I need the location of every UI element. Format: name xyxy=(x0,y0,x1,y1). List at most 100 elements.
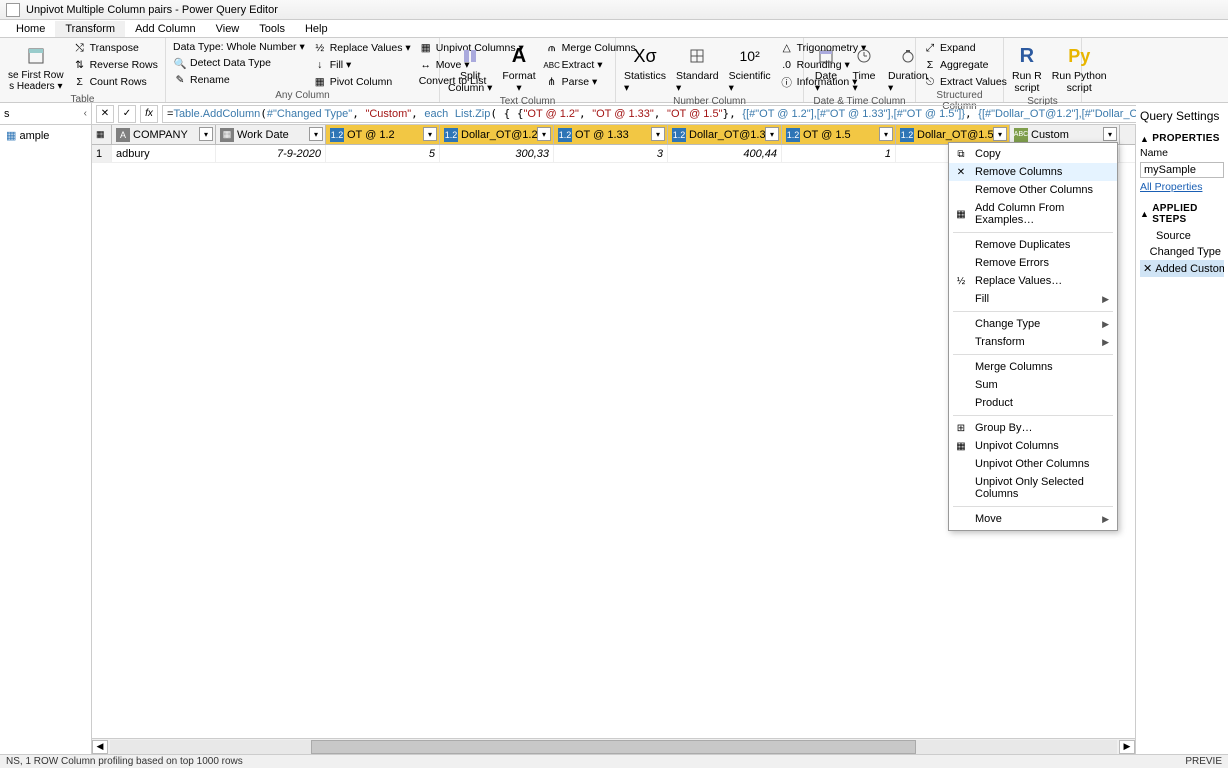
ctx-change-type[interactable]: Change Type▶ xyxy=(949,315,1117,333)
run-python-button[interactable]: PyRun Python script xyxy=(1048,40,1111,96)
menu-tools[interactable]: Tools xyxy=(249,21,295,37)
ctx-remove-errors[interactable]: Remove Errors xyxy=(949,254,1117,272)
ctx-add-column-from-examples[interactable]: ▦Add Column From Examples… xyxy=(949,199,1117,229)
number-type-icon: 1.2 xyxy=(900,128,914,142)
date-button[interactable]: Date ▾ xyxy=(808,40,844,96)
count-rows-button[interactable]: ΣCount Rows xyxy=(70,74,161,90)
transpose-button[interactable]: ⤭Transpose xyxy=(70,40,161,56)
split-column-button[interactable]: Split Column ▾ xyxy=(444,40,496,96)
menu-separator xyxy=(953,415,1113,416)
menu-view[interactable]: View xyxy=(206,21,250,37)
filter-dropdown-icon[interactable]: ▾ xyxy=(1103,127,1117,141)
first-row-headers-button[interactable]: se First Row s Headers ▾ xyxy=(4,40,68,94)
number-type-icon: 1.2 xyxy=(786,128,800,142)
ctx-fill[interactable]: Fill▶ xyxy=(949,290,1117,308)
ctx-product[interactable]: Product xyxy=(949,394,1117,412)
collapse-icon[interactable]: ▲ xyxy=(1140,134,1149,144)
menu-item-label: Move xyxy=(975,513,1002,525)
ctx-remove-other-columns[interactable]: Remove Other Columns xyxy=(949,181,1117,199)
replace-values-button[interactable]: ½Replace Values ▾ xyxy=(310,40,414,56)
detect-type-button[interactable]: 🔍Detect Data Type xyxy=(170,55,308,71)
step-added-custom[interactable]: ✕Added Custom xyxy=(1140,260,1224,277)
query-item[interactable]: ▦ ample xyxy=(0,125,91,146)
cell[interactable]: 1 xyxy=(782,145,896,162)
filter-dropdown-icon[interactable]: ▾ xyxy=(309,127,323,141)
scroll-right-button[interactable]: ▶ xyxy=(1119,740,1135,754)
menu-help[interactable]: Help xyxy=(295,21,338,37)
extract-values-button[interactable]: ⎋Extract Values xyxy=(920,74,1010,90)
ctx-remove-columns[interactable]: ✕Remove Columns xyxy=(949,163,1117,181)
ctx-move[interactable]: Move ▶ xyxy=(949,510,1117,528)
cell[interactable]: 3 xyxy=(554,145,668,162)
all-properties-link[interactable]: All Properties xyxy=(1140,181,1224,193)
ribbon-group-anycol: Any Column xyxy=(170,90,435,101)
menu-add-column[interactable]: Add Column xyxy=(125,21,206,37)
run-r-button[interactable]: RRun R script xyxy=(1008,40,1046,96)
filter-dropdown-icon[interactable]: ▾ xyxy=(879,127,893,141)
collapse-queries-button[interactable]: ‹ xyxy=(84,108,87,119)
statistics-button[interactable]: XσStatistics ▾ xyxy=(620,40,670,96)
step-changed-type[interactable]: Changed Type xyxy=(1140,244,1224,260)
ctx-unpivot-only-selected-columns[interactable]: Unpivot Only Selected Columns xyxy=(949,473,1117,503)
ctx-copy[interactable]: ⧉Copy xyxy=(949,145,1117,163)
scroll-track[interactable] xyxy=(110,740,1117,754)
reverse-rows-button[interactable]: ⇅Reverse Rows xyxy=(70,57,161,73)
aggregate-button[interactable]: ΣAggregate xyxy=(920,57,1010,73)
ctx-remove-duplicates[interactable]: Remove Duplicates xyxy=(949,236,1117,254)
cell[interactable]: 7-9-2020 xyxy=(216,145,326,162)
scientific-button[interactable]: 10²Scientific ▾ xyxy=(725,40,775,96)
number-type-icon: 1.2 xyxy=(558,128,572,142)
col-ot133[interactable]: 1.2OT @ 1.33▾ xyxy=(554,125,668,144)
pivot-button[interactable]: ▦Pivot Column xyxy=(310,74,414,90)
menu-item-icon: ½ xyxy=(954,274,968,288)
collapse-icon[interactable]: ▲ xyxy=(1140,209,1149,219)
col-workdate[interactable]: ▦Work Date▾ xyxy=(216,125,326,144)
fill-button[interactable]: ↓Fill ▾ xyxy=(310,57,414,73)
fx-button[interactable]: fx xyxy=(140,105,158,123)
query-name-input[interactable] xyxy=(1140,162,1224,178)
ctx-unpivot-other-columns[interactable]: Unpivot Other Columns xyxy=(949,455,1117,473)
column-context-menu: ⧉Copy✕Remove Columns Remove Other Columns… xyxy=(948,142,1118,531)
ctx-group-by[interactable]: ⊞Group By… xyxy=(949,419,1117,437)
cancel-formula-button[interactable]: ✕ xyxy=(96,105,114,123)
ctx-sum[interactable]: Sum xyxy=(949,376,1117,394)
menu-transform[interactable]: Transform xyxy=(55,21,125,37)
filter-dropdown-icon[interactable]: ▾ xyxy=(993,127,1007,141)
ctx-replace-values[interactable]: ½Replace Values… xyxy=(949,272,1117,290)
expand-button[interactable]: ⤢Expand xyxy=(920,40,1010,56)
cell[interactable]: adbury xyxy=(112,145,216,162)
format-button[interactable]: AFormat ▾ xyxy=(498,40,539,96)
menu-separator xyxy=(953,311,1113,312)
ctx-unpivot-columns[interactable]: ▦Unpivot Columns xyxy=(949,437,1117,455)
delete-step-icon[interactable]: ✕ xyxy=(1143,262,1152,275)
col-company[interactable]: ACOMPANY▾ xyxy=(112,125,216,144)
col-dollar12[interactable]: 1.2Dollar_OT@1.2▾ xyxy=(440,125,554,144)
submenu-arrow-icon: ▶ xyxy=(1102,514,1109,525)
scroll-left-button[interactable]: ◀ xyxy=(92,740,108,754)
filter-dropdown-icon[interactable]: ▾ xyxy=(423,127,437,141)
menu-home[interactable]: Home xyxy=(6,21,55,37)
menu-item-label: Remove Other Columns xyxy=(975,184,1093,196)
accept-formula-button[interactable]: ✓ xyxy=(118,105,136,123)
formula-bar[interactable]: = Table.AddColumn(#"Changed Type", "Cust… xyxy=(162,105,1202,123)
filter-dropdown-icon[interactable]: ▾ xyxy=(199,127,213,141)
filter-dropdown-icon[interactable]: ▾ xyxy=(537,127,551,141)
ctx-merge-columns[interactable]: Merge Columns xyxy=(949,358,1117,376)
cell[interactable]: 5 xyxy=(326,145,440,162)
filter-dropdown-icon[interactable]: ▾ xyxy=(765,127,779,141)
col-ot12[interactable]: 1.2OT @ 1.2▾ xyxy=(326,125,440,144)
scroll-thumb[interactable] xyxy=(311,740,915,754)
filter-dropdown-icon[interactable]: ▾ xyxy=(651,127,665,141)
time-button[interactable]: Time ▾ xyxy=(846,40,882,96)
data-type-button[interactable]: Data Type: Whole Number ▾ xyxy=(170,40,308,54)
col-dollar133[interactable]: 1.2Dollar_OT@1.33▾ xyxy=(668,125,782,144)
cell[interactable]: 300,33 xyxy=(440,145,554,162)
cell[interactable]: 400,44 xyxy=(668,145,782,162)
ctx-transform[interactable]: Transform▶ xyxy=(949,333,1117,351)
standard-button[interactable]: Standard ▾ xyxy=(672,40,723,96)
step-source[interactable]: Source xyxy=(1140,228,1224,244)
rename-button[interactable]: ✎Rename xyxy=(170,72,308,88)
queries-header: s xyxy=(4,108,10,120)
row-header-corner[interactable]: ▦ xyxy=(92,125,112,144)
col-ot15[interactable]: 1.2OT @ 1.5▾ xyxy=(782,125,896,144)
